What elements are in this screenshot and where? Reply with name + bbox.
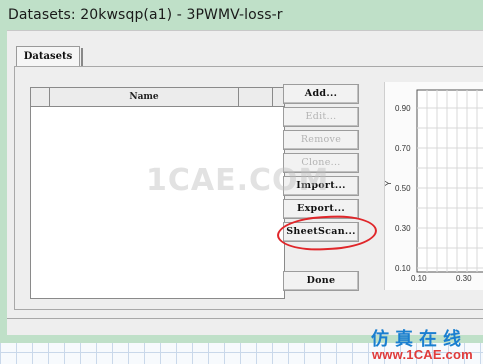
- tab-datasets[interactable]: Datasets: [16, 46, 83, 67]
- window-title: Datasets: 20kwsqp(a1) - 3PWMV-loss-r: [8, 7, 283, 23]
- column-header-extra[interactable]: [239, 88, 273, 106]
- list-header: Name: [31, 88, 284, 107]
- import-button[interactable]: Import...: [283, 176, 359, 196]
- title-bar[interactable]: Datasets: 20kwsqp(a1) - 3PWMV-loss-r: [0, 0, 483, 30]
- y-tick-label: 0.50: [395, 184, 411, 193]
- plot-preview: 0.90 0.70 0.50 0.30 0.10 Y 0.10 0.30: [384, 82, 483, 290]
- y-tick-label: 0.90: [395, 104, 411, 113]
- edit-button[interactable]: Edit...: [283, 107, 359, 127]
- add-button[interactable]: Add...: [283, 84, 359, 104]
- datasets-list[interactable]: Name: [30, 87, 285, 299]
- x-tick-label: 0.10: [411, 274, 427, 283]
- x-tick-label: 0.30: [456, 274, 472, 283]
- y-tick-label: 0.30: [395, 224, 411, 233]
- sheetscan-button[interactable]: SheetScan...: [283, 222, 359, 242]
- brand-url-text: www.1CAE.com: [372, 347, 473, 362]
- column-header-select[interactable]: [31, 88, 50, 106]
- clone-button[interactable]: Clone...: [283, 153, 359, 173]
- y-tick-label: 0.10: [395, 264, 411, 273]
- export-button[interactable]: Export...: [283, 199, 359, 219]
- remove-button[interactable]: Remove: [283, 130, 359, 150]
- done-button[interactable]: Done: [283, 271, 359, 291]
- y-tick-label: 0.70: [395, 144, 411, 153]
- y-axis-label: Y: [385, 180, 393, 186]
- plot-svg: 0.90 0.70 0.50 0.30 0.10 Y 0.10 0.30: [384, 89, 483, 283]
- column-header-name[interactable]: Name: [50, 88, 239, 106]
